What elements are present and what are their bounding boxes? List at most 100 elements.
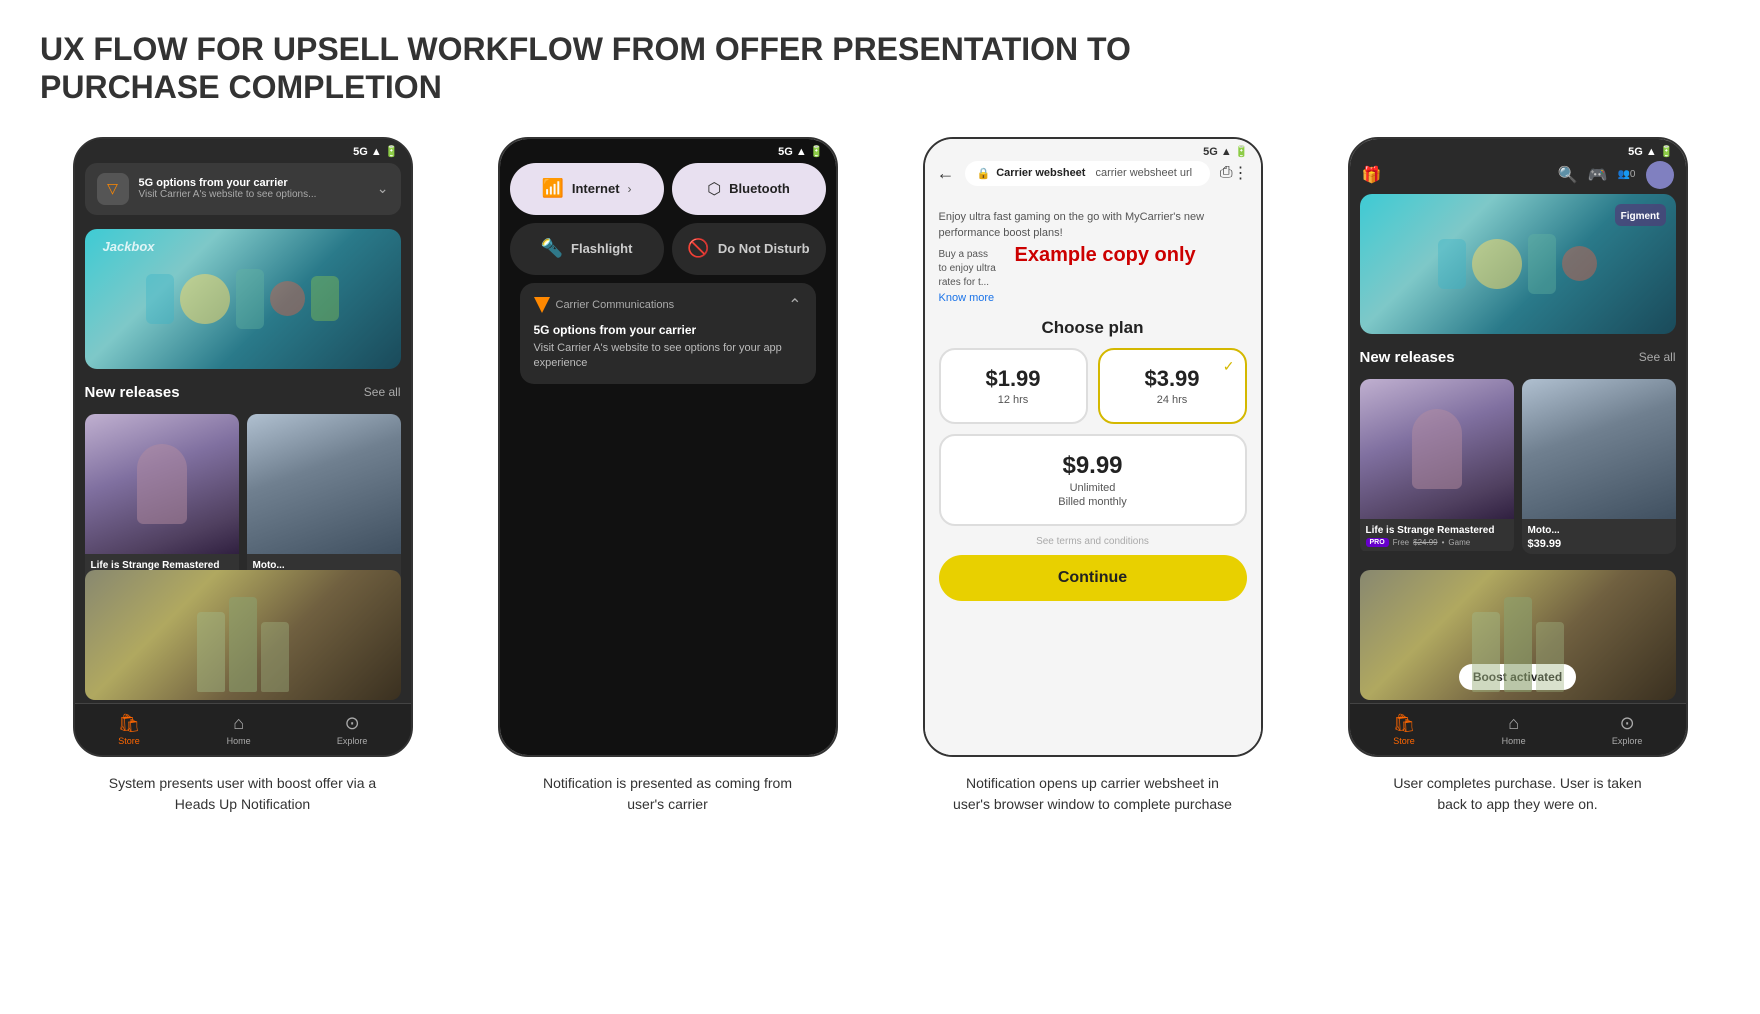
s2-notif-source: Carrier Communications: [534, 297, 675, 313]
s3-plan-card-2[interactable]: ✓ $3.99 24 hrs: [1098, 348, 1247, 424]
phone-frame-3: 5G ▲ 🔋 ← 🔒 Carrier websheet carrier webs…: [923, 137, 1263, 757]
s4-game-card-2[interactable]: Moto... $39.99: [1522, 379, 1676, 554]
s2-flashlight-label: Flashlight: [571, 241, 632, 256]
s4-game-art-2: [1522, 379, 1676, 519]
s3-plan-check-icon: ✓: [1223, 358, 1235, 375]
s1-game-card-1[interactable]: Life is Strange Remastered PRO Free $24.…: [85, 414, 239, 589]
explore-icon: ⊙: [345, 713, 360, 734]
s4-icons-right: 🔍 🎮 👥0: [1558, 161, 1674, 189]
s1-notif-expand-icon[interactable]: ⌄: [377, 180, 389, 197]
s3-unlimited-label: Unlimited: [951, 482, 1235, 494]
user-avatar[interactable]: [1646, 161, 1674, 189]
s3-back-button[interactable]: ←: [937, 163, 955, 184]
s1-game-art-2: [247, 414, 401, 554]
s1-home-label: Home: [227, 736, 251, 746]
s1-bottom-banner: [85, 570, 401, 700]
s1-notif-sub: Visit Carrier A's website to see options…: [139, 189, 367, 200]
s3-know-more-link[interactable]: Know more: [925, 292, 1261, 304]
s1-notif-icon: ▽: [97, 173, 129, 205]
s3-carrier-text: Enjoy ultra fast gaming on the go with M…: [925, 199, 1261, 248]
s3-plan-duration-1: 12 hrs: [951, 394, 1076, 406]
friends-count: 👥0: [1617, 169, 1635, 180]
controller-icon[interactable]: 🎮: [1588, 165, 1608, 185]
gift-icon[interactable]: 🎁: [1362, 165, 1382, 185]
s2-notif-expand-icon[interactable]: ⌃: [788, 295, 801, 315]
s3-terms-text: See terms and conditions: [925, 536, 1261, 547]
search-icon[interactable]: 🔍: [1558, 165, 1578, 185]
s2-dnd-tile[interactable]: 🚫 Do Not Disturb: [672, 223, 826, 275]
s4-home-icon: ⌂: [1508, 713, 1519, 734]
s2-bluetooth-tile[interactable]: ⬡ Bluetooth: [672, 163, 826, 215]
s4-nav-store[interactable]: 🛍 Store: [1393, 713, 1416, 746]
s4-type-tag: Game: [1448, 538, 1470, 547]
share-icon[interactable]: ⎙: [1220, 164, 1233, 182]
s2-dnd-label: Do Not Disturb: [718, 241, 810, 256]
s1-top-banner: Jackbox: [85, 229, 401, 369]
s4-game-meta-1: Life is Strange Remastered PRO Free $24.…: [1360, 519, 1514, 551]
s2-flashlight-tile[interactable]: 🔦 Flashlight: [510, 223, 664, 275]
s4-game-meta-2: Moto... $39.99: [1522, 519, 1676, 554]
s3-browser-bar: ← 🔒 Carrier websheet carrier websheet ur…: [925, 161, 1261, 186]
s3-unlimited-price: $9.99: [951, 452, 1235, 480]
s4-top-bar: 🎁 🔍 🎮 👥0: [1350, 161, 1686, 189]
screen1-col: 5G ▲ 🔋 ▽ 5G options from your carrier Vi…: [40, 137, 445, 815]
s4-top-banner: Figment: [1360, 194, 1676, 334]
s1-heads-up-notification[interactable]: ▽ 5G options from your carrier Visit Car…: [85, 163, 401, 215]
s4-section-title: New releases: [1360, 349, 1455, 366]
s3-plan-card-1[interactable]: $1.99 12 hrs: [939, 348, 1088, 424]
s4-game-art-1: [1360, 379, 1514, 519]
s2-quick-settings: 📶 Internet › ⬡ Bluetooth 🔦 Flashlight: [510, 163, 826, 283]
s1-nav-store[interactable]: 🛍 Store: [118, 713, 141, 746]
s2-notif-source-label: Carrier Communications: [556, 299, 675, 311]
screen2-caption: Notification is presented as coming from…: [528, 773, 808, 815]
s1-content: 5G ▲ 🔋 ▽ 5G options from your carrier Vi…: [75, 139, 411, 755]
s1-explore-label: Explore: [337, 736, 368, 746]
s1-nav-home[interactable]: ⌂ Home: [227, 713, 251, 746]
s1-section-title: New releases: [85, 384, 180, 401]
s2-bluetooth-label: Bluetooth: [729, 181, 790, 196]
s1-game-card-2[interactable]: Moto... $39.99: [247, 414, 401, 589]
flashlight-icon: 🔦: [541, 238, 563, 259]
s1-nav-bar: 🛍 Store ⌂ Home ⊙ Explore: [75, 703, 411, 755]
phone-frame-1: 5G ▲ 🔋 ▽ 5G options from your carrier Vi…: [73, 137, 413, 757]
s3-websheet-body: Enjoy ultra fast gaming on the go with M…: [925, 199, 1261, 755]
screen4-caption: User completes purchase. User is taken b…: [1378, 773, 1658, 815]
s3-url-bar[interactable]: 🔒 Carrier websheet carrier websheet url: [965, 161, 1210, 186]
status-bar-3: 5G ▲ 🔋: [925, 139, 1261, 164]
s2-content: 5G ▲ 🔋 📶 Internet › ⬡ Bluetooth: [500, 139, 836, 755]
s2-internet-tile[interactable]: 📶 Internet ›: [510, 163, 664, 215]
s4-bottom-banner: Boost activated: [1360, 570, 1676, 700]
s4-game-price-2: $39.99: [1528, 538, 1670, 550]
s3-continue-button[interactable]: Continue: [939, 555, 1247, 601]
s4-section-header: New releases See all: [1360, 349, 1676, 366]
s4-icons-left: 🎁: [1362, 165, 1382, 185]
s3-plan-unlimited[interactable]: $9.99 Unlimited Billed monthly: [939, 434, 1247, 526]
page-title: UX FLOW FOR UPSELL WORKFLOW FROM OFFER P…: [40, 30, 1240, 107]
s4-game-card-1[interactable]: Life is Strange Remastered PRO Free $24.…: [1360, 379, 1514, 554]
s2-qs-row2: 🔦 Flashlight 🚫 Do Not Disturb: [510, 223, 826, 275]
s3-content: 5G ▲ 🔋 ← 🔒 Carrier websheet carrier webs…: [925, 139, 1261, 755]
s3-choose-plan-heading: Choose plan: [925, 318, 1261, 338]
s3-url-text: carrier websheet url: [1095, 167, 1192, 179]
wifi-icon: 📶: [541, 178, 563, 199]
s4-nav-explore[interactable]: ⊙ Explore: [1612, 713, 1643, 746]
screen1-caption: System presents user with boost offer vi…: [103, 773, 383, 815]
s1-see-all-link[interactable]: See all: [364, 385, 401, 399]
status-bar-4: 5G ▲ 🔋: [1350, 139, 1686, 164]
dnd-icon: 🚫: [687, 238, 709, 259]
s2-notif-card[interactable]: Carrier Communications ⌃ 5G options from…: [520, 283, 816, 384]
s4-game-title-2: Moto...: [1528, 525, 1670, 536]
s3-example-overlay: Example copy only: [1015, 244, 1196, 267]
s1-notif-title: 5G options from your carrier: [139, 177, 367, 189]
s4-nav-home[interactable]: ⌂ Home: [1502, 713, 1526, 746]
more-icon[interactable]: ⋮: [1233, 163, 1249, 183]
s1-nav-explore[interactable]: ⊙ Explore: [337, 713, 368, 746]
s2-qs-row1: 📶 Internet › ⬡ Bluetooth: [510, 163, 826, 215]
jackbox-art: Jackbox: [85, 229, 401, 369]
s4-see-all-link[interactable]: See all: [1639, 350, 1676, 364]
phone-frame-4: 5G ▲ 🔋 🎁 🔍 🎮 👥0: [1348, 137, 1688, 757]
carrier-icon: [534, 297, 550, 313]
soldier-art: [85, 570, 401, 700]
s4-nav-bar: 🛍 Store ⌂ Home ⊙ Explore: [1350, 703, 1686, 755]
s2-internet-arrow-icon: ›: [628, 182, 632, 196]
